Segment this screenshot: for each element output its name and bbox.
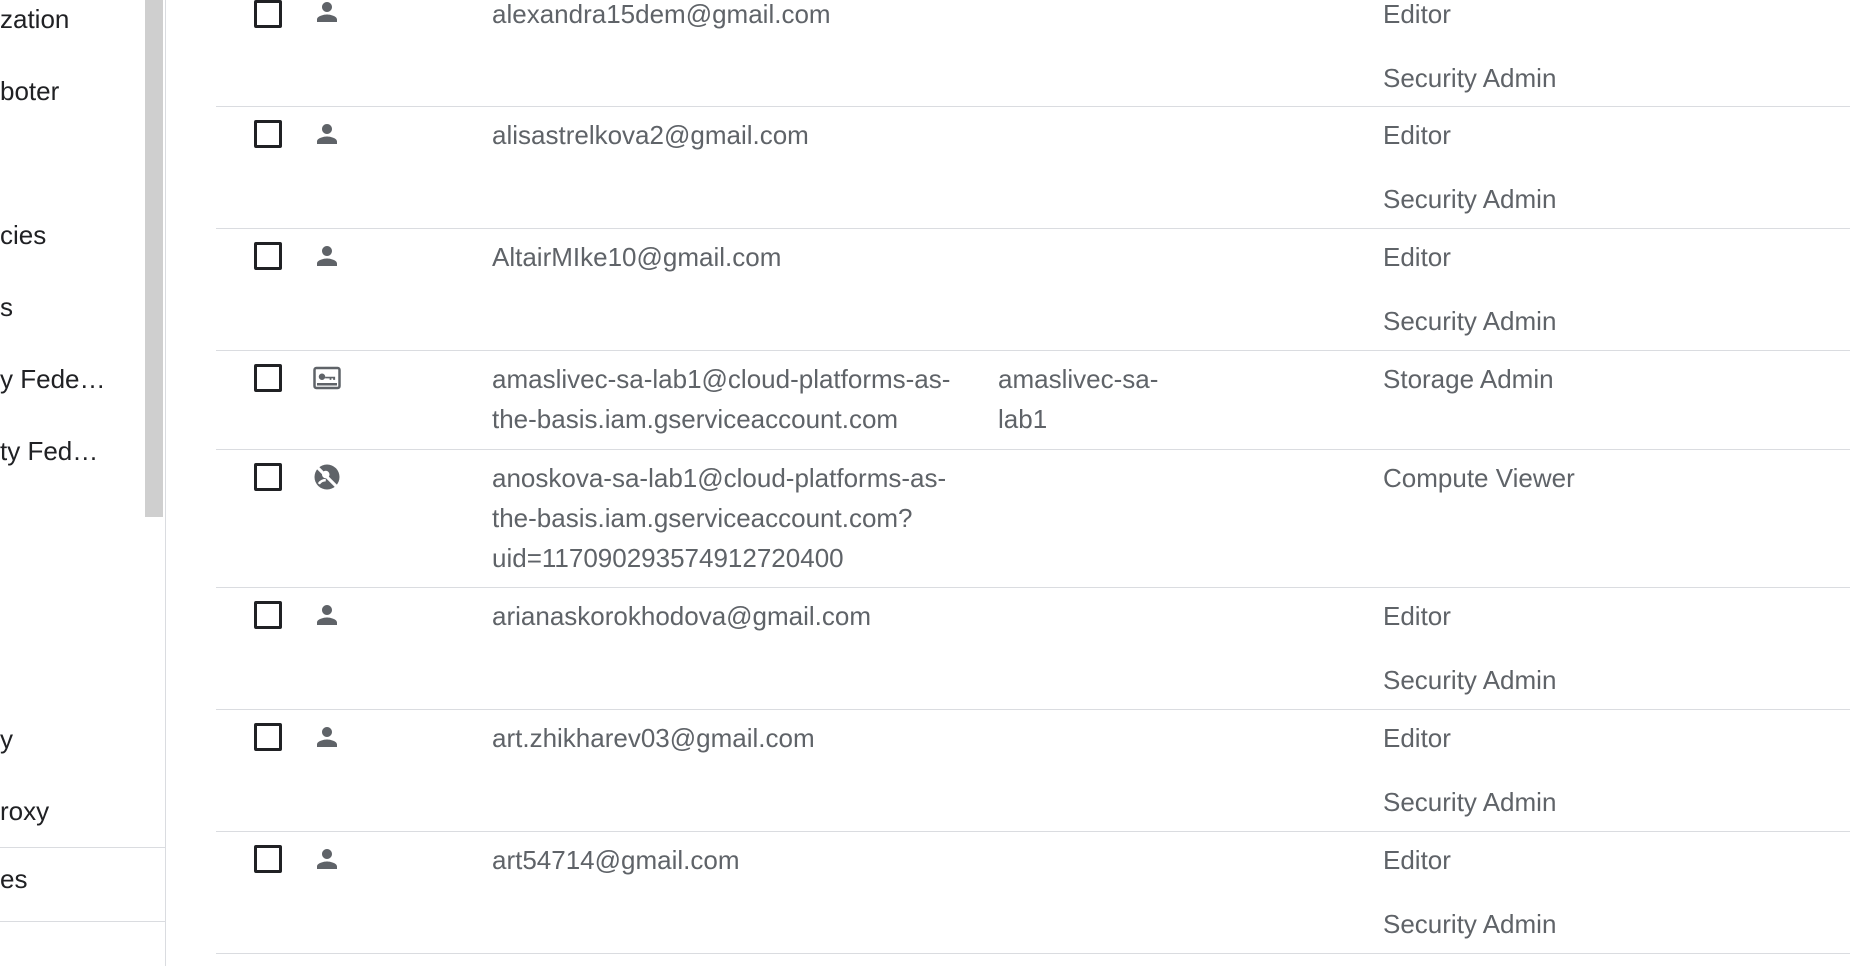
sidebar-item-workforce-federation[interactable]: y Fede… (0, 360, 145, 420)
person-icon (317, 727, 337, 747)
member-email-line: the-basis.iam.gserviceaccount.com (492, 404, 899, 434)
table-row: art.zhikharev03@gmail.com Editor Securit… (216, 710, 1850, 832)
sidebar-item-label: cies (0, 220, 47, 250)
row-checkbox[interactable] (254, 845, 282, 873)
member-email: AltairMIke10@gmail.com (492, 242, 782, 272)
person-icon (317, 124, 337, 144)
member-email-line: amaslivec-sa-lab1@cloud-platforms-as- (492, 364, 951, 394)
member-email-line: anoskova-sa-lab1@cloud-platforms-as- (492, 463, 947, 493)
sidebar-item-identity-federation[interactable]: ty Fed… (0, 432, 145, 492)
member-email: alexandra15dem@gmail.com (492, 0, 831, 29)
sidebar-item-organization[interactable]: zation (0, 0, 145, 60)
member-name-line: lab1 (998, 404, 1048, 434)
person-icon (317, 2, 337, 22)
sidebar-item-label: es (0, 864, 28, 894)
member-email-line: uid=117090293574912720400 (492, 543, 844, 573)
sidebar-item-es[interactable]: es (0, 860, 145, 920)
member-email: alisastrelkova2@gmail.com (492, 120, 809, 150)
role-label: Security Admin (1383, 665, 1557, 695)
deleted-account-icon (314, 464, 340, 490)
sidebar-item-policies[interactable]: cies (0, 216, 145, 276)
sidebar-scrollbar[interactable] (145, 0, 163, 517)
table-row: amaslivec-sa-lab1@cloud-platforms-as- th… (216, 351, 1850, 450)
member-name-line: amaslivec-sa- (998, 364, 1159, 394)
service-account-icon (313, 366, 341, 390)
person-icon (317, 605, 337, 625)
member-name: amaslivec-sa- lab1 (998, 359, 1198, 439)
role-label: Security Admin (1383, 184, 1557, 214)
sidebar-item-label: y Fede… (0, 364, 106, 394)
row-checkbox[interactable] (254, 601, 282, 629)
role-label: Editor (1383, 242, 1451, 272)
role-label: Security Admin (1383, 63, 1557, 93)
member-email: anoskova-sa-lab1@cloud-platforms-as- the… (492, 458, 1012, 578)
member-email-line: the-basis.iam.gserviceaccount.com? (492, 503, 913, 533)
sidebar-item-label: ty Fed… (0, 436, 99, 466)
sidebar-item-label: zation (0, 4, 70, 34)
sidebar-item-label: y (0, 724, 13, 754)
role-label: Editor (1383, 601, 1451, 631)
row-checkbox[interactable] (254, 723, 282, 751)
row-checkbox[interactable] (254, 463, 282, 491)
role-label: Editor (1383, 0, 1451, 29)
member-email: art.zhikharev03@gmail.com (492, 723, 815, 753)
member-email: art54714@gmail.com (492, 845, 740, 875)
sidebar: zation boter cies s y Fede… ty Fed… y ro… (0, 0, 166, 966)
role-label: Security Admin (1383, 909, 1557, 939)
row-checkbox[interactable] (254, 242, 282, 270)
table-row: alexandra15dem@gmail.com Editor Security… (216, 0, 1850, 107)
table-row: AltairMIke10@gmail.com Editor Security A… (216, 229, 1850, 351)
table-row: anoskova-sa-lab1@cloud-platforms-as- the… (216, 450, 1850, 588)
table-row: alisastrelkova2@gmail.com Editor Securit… (216, 107, 1850, 229)
role-label: Security Admin (1383, 306, 1557, 336)
person-icon (317, 246, 337, 266)
role-label: Compute Viewer (1383, 463, 1575, 493)
role-label: Storage Admin (1383, 364, 1554, 394)
person-icon (317, 849, 337, 869)
role-label: Security Admin (1383, 787, 1557, 817)
sidebar-item-label: roxy (0, 796, 50, 826)
row-checkbox[interactable] (254, 0, 282, 28)
member-email: amaslivec-sa-lab1@cloud-platforms-as- th… (492, 359, 1012, 439)
table-row: arianaskorokhodova@gmail.com Editor Secu… (216, 588, 1850, 710)
sidebar-item-y[interactable]: y (0, 720, 145, 780)
sidebar-item-label: boter (0, 76, 60, 106)
permissions-table: alexandra15dem@gmail.com Editor Security… (166, 0, 1850, 966)
role-label: Editor (1383, 845, 1451, 875)
role-label: Editor (1383, 723, 1451, 753)
sidebar-divider (0, 921, 165, 922)
row-checkbox[interactable] (254, 364, 282, 392)
sidebar-item-troubleshooter[interactable]: boter (0, 72, 145, 132)
sidebar-item-s[interactable]: s (0, 288, 145, 348)
sidebar-item-proxy[interactable]: roxy (0, 792, 145, 852)
member-email: arianaskorokhodova@gmail.com (492, 601, 872, 631)
table-row: art54714@gmail.com Editor Security Admin (216, 832, 1850, 954)
role-label: Editor (1383, 120, 1451, 150)
sidebar-item-label: s (0, 292, 13, 322)
sidebar-divider (0, 847, 165, 848)
row-checkbox[interactable] (254, 120, 282, 148)
